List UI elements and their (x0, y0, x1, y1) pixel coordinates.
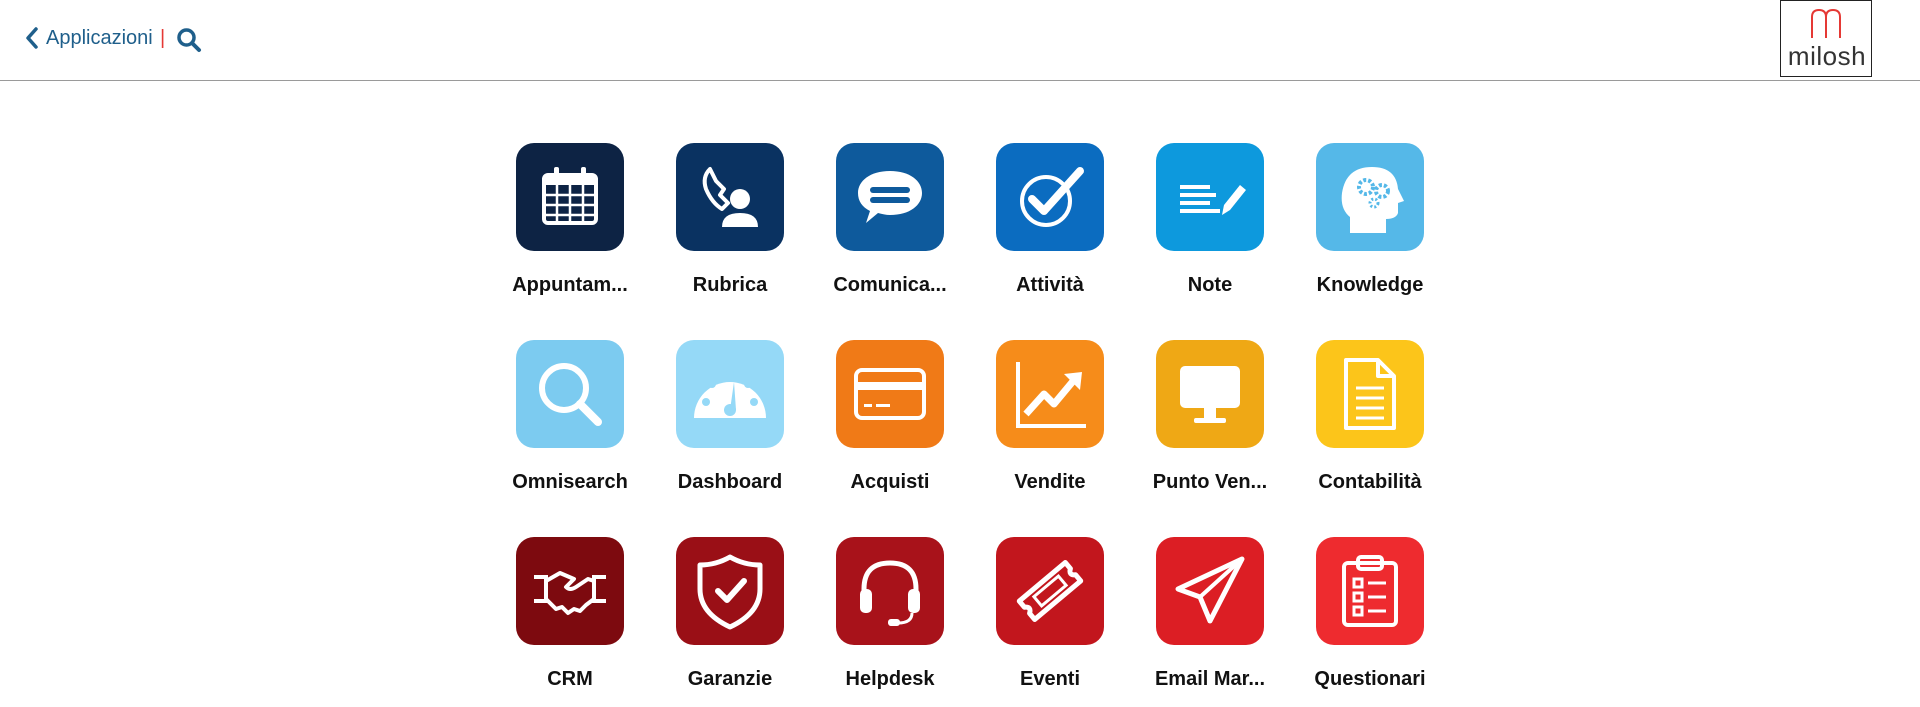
app-label: Appuntam... (512, 274, 628, 296)
shield-check-icon (697, 554, 763, 630)
note-pencil-icon (1180, 185, 1246, 215)
separator: | (160, 27, 166, 49)
back-label: Applicazioni (46, 26, 153, 49)
app-label: Rubrica (692, 274, 768, 296)
app-punto-vendita[interactable]: Punto Ven... (1130, 340, 1290, 494)
handshake-icon (534, 571, 606, 615)
app-tile[interactable] (1316, 537, 1424, 645)
trend-chart-icon (1016, 362, 1086, 428)
app-tile[interactable] (836, 143, 944, 251)
app-label: Punto Ven... (1152, 471, 1268, 493)
app-tile[interactable] (516, 340, 624, 448)
app-tile[interactable] (676, 340, 784, 448)
app-attivita[interactable]: Attività (970, 143, 1130, 297)
check-circle-icon (1020, 167, 1084, 227)
app-email-marketing[interactable]: Email Mar... (1130, 537, 1290, 691)
app-tile[interactable] (1156, 340, 1264, 448)
app-eventi[interactable]: Eventi (970, 537, 1130, 691)
app-label: Dashboard (677, 471, 783, 493)
chevron-left-icon (26, 27, 38, 49)
app-label: Eventi (1019, 668, 1081, 690)
app-garanzie[interactable]: Garanzie (650, 537, 810, 691)
app-label: Comunica... (833, 274, 947, 296)
chat-bubble-icon (858, 171, 922, 223)
app-tile[interactable] (996, 143, 1104, 251)
contact-phone-icon (702, 167, 758, 227)
app-tile[interactable] (836, 537, 944, 645)
app-label: Knowledge (1316, 274, 1424, 296)
app-comunicazioni[interactable]: Comunica... (810, 143, 970, 297)
app-label: Note (1187, 274, 1233, 296)
app-tile[interactable] (676, 143, 784, 251)
app-label: Helpdesk (845, 668, 935, 690)
headset-icon (860, 560, 920, 626)
monitor-icon (1180, 366, 1240, 423)
top-bar: Applicazioni | milosh (0, 0, 1920, 81)
document-icon (1344, 358, 1396, 430)
app-tile[interactable] (676, 537, 784, 645)
search-icon[interactable] (176, 27, 202, 53)
logo-mark-icon (1811, 8, 1841, 38)
app-label: Garanzie (687, 668, 773, 690)
app-label: Omnisearch (512, 471, 628, 493)
app-label: Attività (1016, 274, 1084, 296)
app-label: Contabilità (1318, 471, 1422, 493)
logo: milosh (1780, 0, 1872, 77)
app-contabilita[interactable]: Contabilità (1290, 340, 1450, 494)
app-omnisearch[interactable]: Omnisearch (490, 340, 650, 494)
app-appuntamenti[interactable]: Appuntam... (490, 143, 650, 297)
app-rubrica[interactable]: Rubrica (650, 143, 810, 297)
app-tile[interactable] (1316, 340, 1424, 448)
app-helpdesk[interactable]: Helpdesk (810, 537, 970, 691)
search-icon (539, 363, 602, 426)
app-crm[interactable]: CRM (490, 537, 650, 691)
app-dashboard[interactable]: Dashboard (650, 340, 810, 494)
brain-gears-icon (1341, 167, 1404, 233)
app-grid: Appuntam... Rubrica Comunica... Attività… (490, 143, 1430, 691)
app-tile[interactable] (996, 340, 1104, 448)
app-label: CRM (547, 668, 593, 690)
app-label: Acquisti (850, 471, 930, 493)
back-button[interactable]: Applicazioni (24, 26, 153, 50)
app-vendite[interactable]: Vendite (970, 340, 1130, 494)
app-note[interactable]: Note (1130, 143, 1290, 297)
app-tile[interactable] (1316, 143, 1424, 251)
app-acquisti[interactable]: Acquisti (810, 340, 970, 494)
logo-text: milosh (1787, 41, 1867, 71)
credit-card-icon (854, 368, 926, 420)
app-label: Questionari (1314, 668, 1426, 690)
app-label: Email Mar... (1154, 668, 1266, 690)
paper-plane-icon (1175, 556, 1245, 624)
gauge-icon (694, 370, 766, 418)
app-knowledge[interactable]: Knowledge (1290, 143, 1450, 297)
app-tile[interactable] (516, 143, 624, 251)
app-label: Vendite (1014, 471, 1086, 493)
calendar-icon (542, 167, 598, 225)
app-questionari[interactable]: Questionari (1290, 537, 1450, 691)
app-tile[interactable] (996, 537, 1104, 645)
app-tile[interactable] (836, 340, 944, 448)
app-tile[interactable] (516, 537, 624, 645)
ticket-icon (1016, 560, 1084, 622)
app-tile[interactable] (1156, 537, 1264, 645)
clipboard-list-icon (1342, 555, 1398, 627)
app-tile[interactable] (1156, 143, 1264, 251)
